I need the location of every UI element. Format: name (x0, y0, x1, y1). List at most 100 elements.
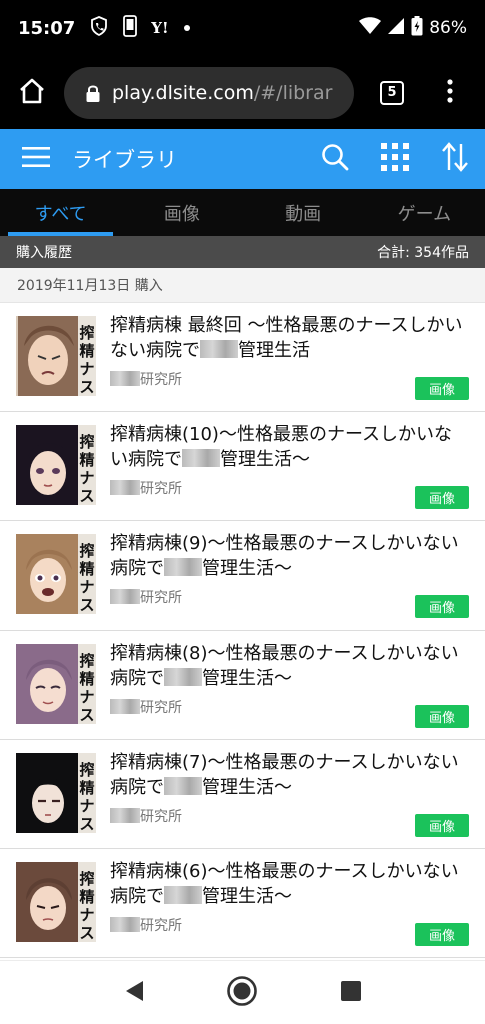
home-circle-icon (226, 975, 258, 1011)
circle-label: 研究所 (140, 372, 182, 388)
lock-icon (86, 84, 100, 102)
censored-mosaic (164, 885, 202, 904)
circle-label: 研究所 (140, 481, 182, 498)
censored-mosaic (110, 480, 140, 496)
home-icon (18, 77, 46, 109)
item-title: 搾精病棟(8)～性格最悪のナースしかいない病院で 管理生活～ (110, 641, 470, 691)
type-badge: 画像 (415, 813, 469, 837)
circle-name: 研究所 (110, 587, 182, 607)
notification-icons: Y! (89, 15, 190, 41)
circle-name: 研究所 (110, 915, 182, 935)
battery-percent: 86% (429, 18, 467, 38)
censored-mosaic (164, 558, 202, 577)
circle-label: 研究所 (140, 699, 182, 716)
sort-button[interactable] (425, 129, 485, 189)
svg-text:ナ: ナ (79, 688, 94, 706)
svg-text:精: 精 (79, 888, 94, 906)
browser-toolbar: play.dlsite.com/#/librar 5 (0, 56, 485, 129)
grid-view-button[interactable] (365, 129, 425, 189)
system-icons: 86% (359, 15, 467, 41)
status-time: 15:07 (18, 17, 76, 39)
svg-text:搾: 搾 (79, 433, 94, 451)
tab-video[interactable]: 動画 (243, 189, 364, 236)
library-list: 搾 精 ナ ス 搾精病棟 最終回 ～性格最悪のナースしかいない病院で 管理生活 研… (0, 303, 485, 959)
cover-thumbnail: 搾 精 ナ ス (16, 643, 96, 724)
sort-arrows-icon (441, 142, 469, 176)
total-count: 合計: 354作品 (377, 245, 469, 261)
grid-icon (381, 143, 409, 175)
svg-text:搾: 搾 (79, 324, 94, 342)
item-title: 搾精病棟(10)～性格最悪のナースしかいない病院で 管理生活～ (110, 422, 470, 472)
title-text-end: 管理生活～ (202, 776, 292, 798)
cover-thumbnail: 搾 精 ナ ス (16, 316, 96, 396)
item-title: 搾精病棟 最終回 ～性格最悪のナースしかいない病院で 管理生活 (110, 313, 470, 363)
wifi-icon (359, 16, 382, 40)
browser-menu-button[interactable] (424, 56, 476, 129)
dot-icon (183, 20, 191, 36)
list-item[interactable]: 搾 精 ナ ス 搾精病棟(8)～性格最悪のナースしかいない病院で 管理生活～ 研究… (0, 630, 485, 740)
search-icon (321, 143, 349, 175)
list-item[interactable]: 搾 精 ナ ス 搾精病棟(6)～性格最悪のナースしかいない病院で 管理生活～ 研究… (0, 848, 485, 959)
svg-text:搾: 搾 (79, 761, 94, 779)
censored-mosaic (182, 449, 220, 468)
recents-icon (340, 980, 362, 1006)
status-bar: 15:07 Y! 86% (0, 0, 485, 56)
purchase-history-label: 購入履歴 (16, 245, 72, 261)
svg-text:ス: ス (79, 487, 94, 505)
nav-recents-button[interactable] (321, 963, 381, 1023)
censored-mosaic (164, 667, 202, 686)
svg-text:ナ: ナ (79, 469, 94, 487)
list-item[interactable]: 搾 精 ナ ス 搾精病棟(7)～性格最悪のナースしかいない病院で 管理生活～ 研究… (0, 739, 485, 849)
censored-mosaic (110, 589, 140, 605)
svg-text:精: 精 (79, 342, 94, 360)
svg-text:ス: ス (79, 815, 94, 833)
address-bar[interactable]: play.dlsite.com/#/librar (64, 66, 354, 119)
title-text-end: 管理生活 (238, 340, 310, 361)
browser-home-button[interactable] (0, 56, 64, 129)
tab-count: 5 (380, 80, 404, 105)
phone-icon (123, 15, 138, 41)
cover-thumbnail: 搾 精 ナ ス (16, 425, 96, 506)
censored-mosaic (110, 698, 140, 714)
svg-text:ス: ス (79, 706, 94, 724)
list-item[interactable]: 搾 精 ナ ス 搾精病棟(10)～性格最悪のナースしかいない病院で 管理生活～ 研… (0, 412, 485, 522)
censored-mosaic (110, 371, 140, 386)
tab-all[interactable]: すべて (0, 189, 121, 236)
tab-switcher-button[interactable]: 5 (360, 56, 424, 129)
circle-name: 研究所 (110, 697, 182, 717)
nav-home-button[interactable] (212, 963, 272, 1023)
hamburger-icon (22, 146, 50, 172)
svg-text:精: 精 (79, 560, 94, 578)
svg-text:ナ: ナ (79, 360, 94, 378)
svg-text:ナ: ナ (79, 578, 94, 596)
item-title: 搾精病棟(9)～性格最悪のナースしかいない病院で 管理生活～ (110, 531, 470, 581)
svg-text:ス: ス (79, 378, 94, 396)
type-badge: 画像 (415, 486, 469, 510)
svg-text:精: 精 (79, 451, 94, 469)
list-item[interactable]: 搾 精 ナ ス 搾精病棟(9)～性格最悪のナースしかいない病院で 管理生活～ 研究… (0, 521, 485, 631)
svg-text:精: 精 (79, 779, 94, 797)
cover-thumbnail: 搾 精 ナ ス (16, 752, 96, 833)
svg-text:搾: 搾 (79, 870, 94, 888)
tab-image[interactable]: 画像 (121, 189, 242, 236)
svg-text:ス: ス (79, 596, 94, 614)
svg-text:ナ: ナ (79, 797, 94, 815)
svg-text:搾: 搾 (79, 652, 94, 670)
tab-game[interactable]: ゲーム (364, 189, 485, 236)
app-header: ライブラリ (0, 129, 485, 189)
menu-button[interactable] (0, 129, 72, 189)
type-badge: 画像 (415, 922, 469, 946)
circle-name: 研究所 (110, 369, 182, 389)
list-item[interactable]: 搾 精 ナ ス 搾精病棟 最終回 ～性格最悪のナースしかいない病院で 管理生活 研… (0, 303, 485, 413)
nav-back-button[interactable] (104, 963, 164, 1023)
circle-name: 研究所 (110, 806, 182, 826)
cover-thumbnail: 搾 精 ナ ス (16, 861, 96, 942)
category-tabs: すべて 画像 動画 ゲーム (0, 189, 485, 236)
purchase-history-bar: 購入履歴 合計: 354作品 (0, 236, 485, 268)
circle-label: 研究所 (140, 590, 182, 607)
item-title: 搾精病棟(7)～性格最悪のナースしかいない病院で 管理生活～ (110, 750, 470, 800)
battery-icon (411, 15, 423, 41)
title-text-end: 管理生活～ (202, 667, 292, 689)
type-badge: 画像 (415, 377, 469, 400)
search-button[interactable] (305, 129, 365, 189)
